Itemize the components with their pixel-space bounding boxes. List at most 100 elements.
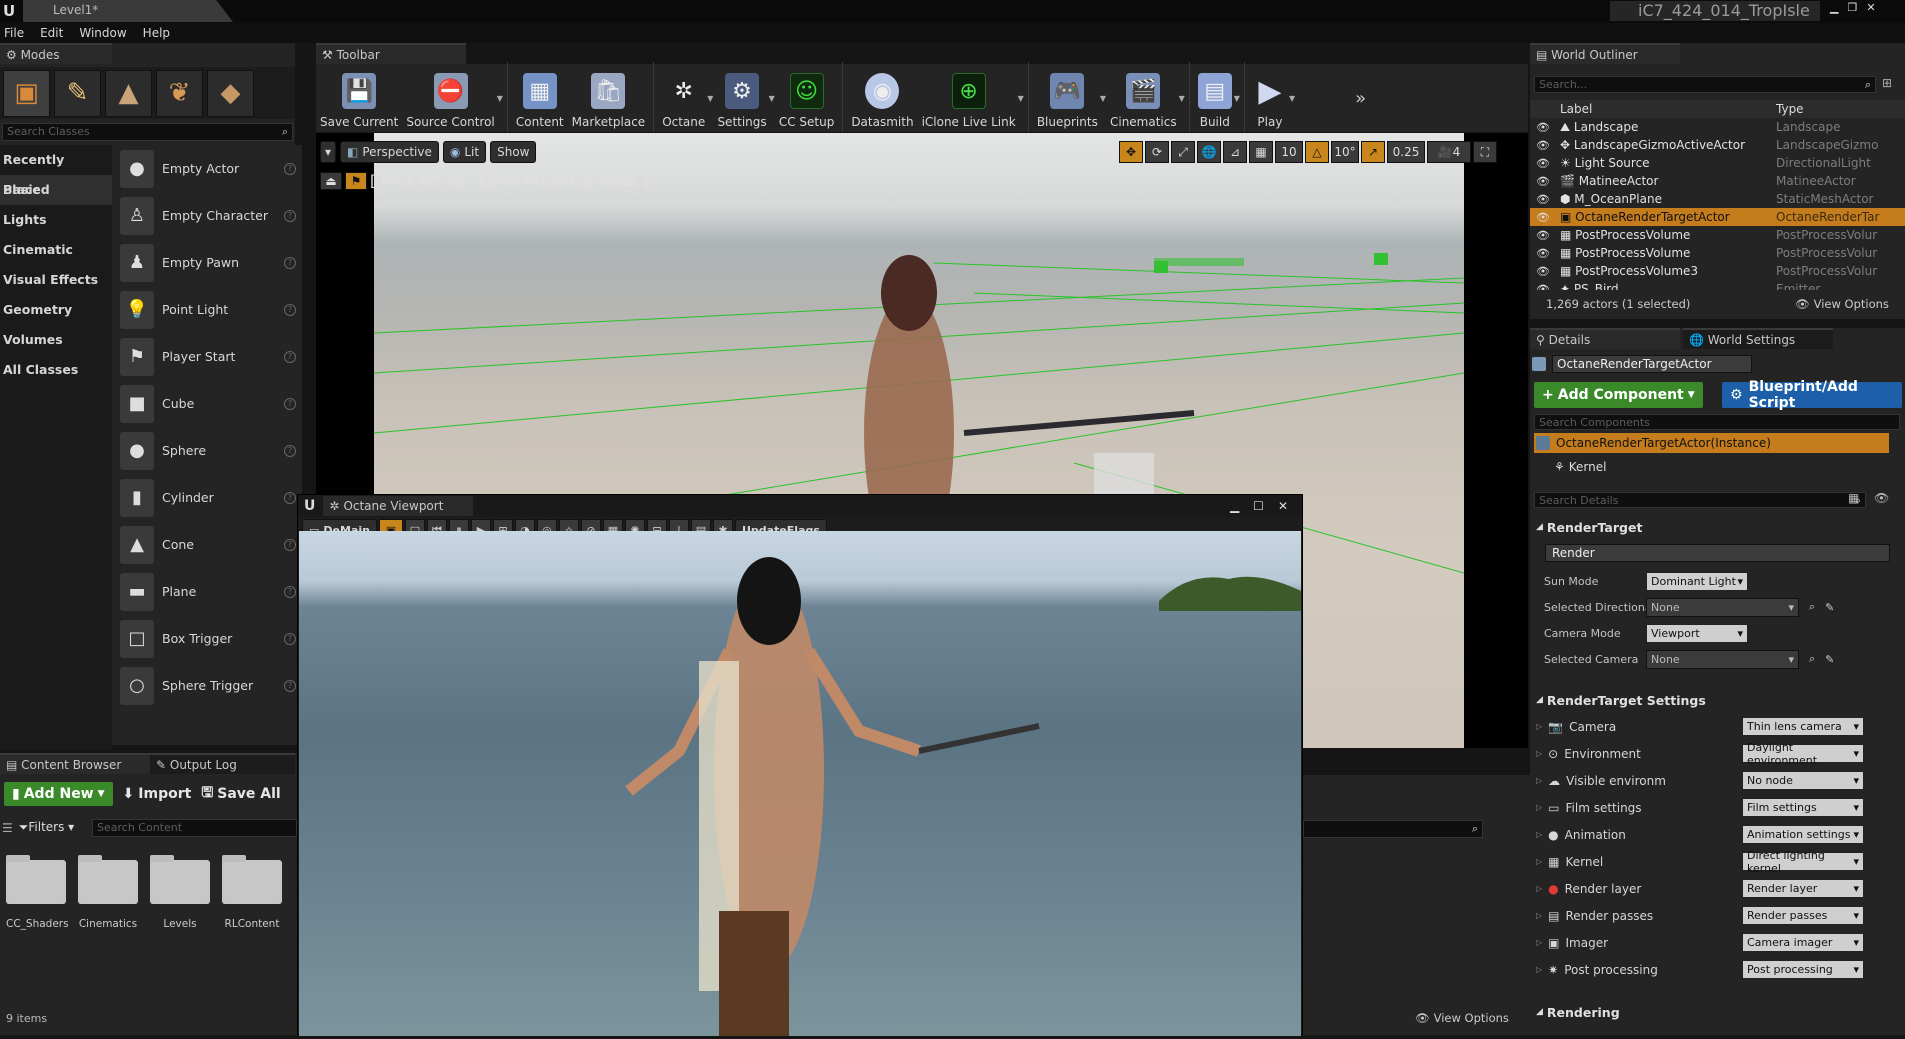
help-icon[interactable]: ? bbox=[284, 538, 296, 551]
cinematics-button[interactable]: 🎬 Cinematics bbox=[1106, 64, 1181, 132]
picker-icon[interactable]: ✎ bbox=[1825, 601, 1834, 614]
tab-details[interactable]: ⚲ Details bbox=[1530, 328, 1680, 349]
folder-rlcontent[interactable]: RLContent bbox=[222, 855, 282, 930]
expand-arrow-icon[interactable]: ▷ bbox=[1536, 830, 1542, 839]
grid-size-value[interactable]: 10 bbox=[1275, 141, 1303, 163]
scale-snap-value[interactable]: 0.25 bbox=[1387, 141, 1425, 163]
browse-icon[interactable]: ⌕ bbox=[1809, 652, 1815, 666]
expand-arrow-icon[interactable]: ▷ bbox=[1536, 749, 1542, 758]
tab-octane-viewport[interactable]: ✲ Octane Viewport bbox=[323, 496, 474, 516]
category-cinematic[interactable]: Cinematic bbox=[0, 235, 112, 265]
render-field[interactable]: Render bbox=[1545, 544, 1890, 562]
tab-toolbar[interactable]: ⚒ Toolbar bbox=[316, 43, 466, 64]
place-item-empty-character[interactable]: ♙ Empty Character? bbox=[112, 192, 302, 239]
section-rendering[interactable]: ◢ Rendering bbox=[1530, 1001, 1905, 1023]
tab-world-settings[interactable]: 🌐 World Settings bbox=[1683, 328, 1833, 349]
actor-name-field[interactable]: OctaneRenderTargetActor bbox=[1552, 355, 1752, 373]
expand-arrow-icon[interactable]: ▷ bbox=[1536, 911, 1542, 920]
label-column-header[interactable]: Label bbox=[1556, 102, 1776, 116]
visibility-eye-icon[interactable]: 👁 bbox=[1530, 265, 1556, 278]
expand-arrow-icon[interactable]: ▷ bbox=[1536, 776, 1542, 785]
place-item-cylinder[interactable]: ▮ Cylinder? bbox=[112, 474, 302, 521]
type-column-header[interactable]: Type bbox=[1776, 102, 1896, 116]
chevron-down-icon[interactable]: ▼ bbox=[1179, 94, 1185, 103]
sources-toggle-icon[interactable]: ☰ bbox=[2, 821, 13, 835]
outliner-view-options[interactable]: 👁 View Options bbox=[1795, 297, 1889, 311]
visibility-eye-icon[interactable]: 👁 bbox=[1530, 229, 1556, 242]
settings-button[interactable]: ⚙ Settings bbox=[713, 64, 770, 132]
place-item-sphere-trigger[interactable]: ○ Sphere Trigger? bbox=[112, 662, 302, 709]
category-basic[interactable]: Basic bbox=[0, 175, 112, 205]
save-current-button[interactable]: 💾 Save Current bbox=[316, 64, 402, 132]
source-control-button[interactable]: ⛔ Source Control bbox=[402, 64, 498, 132]
outliner-row[interactable]: 👁 ▣ OctaneRenderTargetActor OctaneRenderTa… bbox=[1530, 208, 1905, 226]
help-icon[interactable]: ? bbox=[284, 350, 296, 363]
search-content-input[interactable]: Search Content bbox=[92, 819, 297, 837]
angle-value[interactable]: 10° bbox=[1331, 141, 1359, 163]
category-volumes[interactable]: Volumes bbox=[0, 325, 112, 355]
section-rendertarget-settings[interactable]: ◢ RenderTarget Settings bbox=[1530, 689, 1905, 711]
cc-setup-button[interactable]: ☺ CC Setup bbox=[775, 64, 839, 132]
visibility-eye-icon[interactable]: 👁 bbox=[1530, 211, 1556, 224]
category-recently-placed[interactable]: Recently Placed bbox=[0, 145, 112, 197]
help-icon[interactable]: ? bbox=[284, 256, 296, 269]
selected-directional-dropdown[interactable]: None ▾ bbox=[1646, 597, 1799, 617]
path-search-input[interactable]: ⌕ bbox=[1303, 820, 1483, 838]
setting-dropdown[interactable]: Film settings ▾ bbox=[1742, 798, 1864, 817]
content-button[interactable]: ▦ Content bbox=[512, 64, 568, 132]
place-mode-icon[interactable]: ▣ bbox=[3, 69, 50, 117]
maximize-icon[interactable]: ☐ bbox=[1253, 499, 1264, 513]
viewport-options-button[interactable]: ▾ bbox=[320, 141, 337, 163]
scale-icon[interactable]: ⤢ bbox=[1171, 141, 1195, 163]
add-component-button[interactable]: + Add Component ▼ bbox=[1534, 382, 1703, 408]
iclone-live-link-button[interactable]: ⊕ iClone Live Link bbox=[918, 64, 1020, 132]
pilot-camera-icon[interactable]: ⚑ bbox=[345, 172, 367, 190]
expand-arrow-icon[interactable]: ▷ bbox=[1536, 938, 1542, 947]
octane-render-view[interactable] bbox=[299, 531, 1301, 1036]
chevron-down-icon[interactable]: ▼ bbox=[1018, 94, 1024, 103]
category-visual-effects[interactable]: Visual Effects bbox=[0, 265, 112, 295]
lit-button[interactable]: ◉ Lit bbox=[442, 141, 487, 163]
surface-snap-icon[interactable]: ⊿ bbox=[1223, 141, 1247, 163]
property-matrix-icon[interactable]: ▦ bbox=[1848, 491, 1859, 505]
category-lights[interactable]: Lights bbox=[0, 205, 112, 235]
setting-dropdown[interactable]: Camera imager ▾ bbox=[1742, 933, 1864, 952]
folder-cc-shaders[interactable]: CC_Shaders bbox=[6, 855, 69, 930]
expand-arrow-icon[interactable]: ▷ bbox=[1536, 857, 1542, 866]
place-item-empty-pawn[interactable]: ♟ Empty Pawn? bbox=[112, 239, 302, 286]
component-kernel-row[interactable]: ⚘ Kernel bbox=[1554, 460, 1606, 474]
import-button[interactable]: ⬇ Import bbox=[123, 786, 192, 802]
category-all-classes[interactable]: All Classes bbox=[0, 355, 112, 385]
place-item-plane[interactable]: ▬ Plane? bbox=[112, 568, 302, 615]
visibility-eye-icon[interactable]: 👁 bbox=[1530, 193, 1556, 206]
grid-snap-icon[interactable]: ▦ bbox=[1249, 141, 1273, 163]
close-icon[interactable]: ✕ bbox=[1866, 1, 1875, 14]
play-button[interactable]: ▶ Play bbox=[1249, 64, 1291, 132]
outliner-row[interactable]: 👁 ☀ Light Source DirectionalLight bbox=[1530, 154, 1905, 172]
outliner-row[interactable]: 👁 ✥ LandscapeGizmoActiveActor LandscapeGiz… bbox=[1530, 136, 1905, 154]
outliner-row[interactable]: 👁 🎬 MatineeActor MatineeActor bbox=[1530, 172, 1905, 190]
translate-icon[interactable]: ✥ bbox=[1119, 141, 1143, 163]
maximize-icon[interactable]: ❐ bbox=[1847, 1, 1857, 14]
maximize-viewport-icon[interactable]: ⛶ bbox=[1473, 141, 1497, 163]
tab-content-browser[interactable]: ▤ Content Browser bbox=[0, 753, 150, 774]
tab-output-log[interactable]: ✎ Output Log bbox=[150, 753, 295, 774]
outliner-pin-icon[interactable]: ⊞ bbox=[1882, 76, 1892, 90]
category-geometry[interactable]: Geometry bbox=[0, 295, 112, 325]
blueprint-add-script-button[interactable]: ⚙ Blueprint/Add Script bbox=[1722, 379, 1902, 411]
sun-mode-dropdown[interactable]: Dominant Light ▾ bbox=[1646, 571, 1748, 591]
chevron-down-icon[interactable]: ▼ bbox=[1234, 94, 1240, 103]
scale-snap-icon[interactable]: ↗ bbox=[1361, 141, 1385, 163]
place-item-box-trigger[interactable]: □ Box Trigger? bbox=[112, 615, 302, 662]
visibility-eye-icon[interactable]: 👁 bbox=[1530, 247, 1556, 260]
visibility-eye-icon[interactable]: 👁 bbox=[1530, 157, 1556, 170]
help-icon[interactable]: ? bbox=[284, 162, 296, 175]
setting-dropdown[interactable]: No node ▾ bbox=[1742, 771, 1864, 790]
geometry-mode-icon[interactable]: ◆ bbox=[207, 69, 254, 117]
setting-dropdown[interactable]: Direct lighting kernel ▾ bbox=[1742, 849, 1864, 875]
expand-arrow-icon[interactable]: ▷ bbox=[1536, 965, 1542, 974]
filters-button[interactable]: ⏷Filters ▾ bbox=[19, 820, 74, 835]
perspective-button[interactable]: ◧ Perspective bbox=[340, 141, 439, 163]
place-item-cone[interactable]: ▲ Cone? bbox=[112, 521, 302, 568]
outliner-row[interactable]: 👁 ▦ PostProcessVolume PostProcessVolur bbox=[1530, 226, 1905, 244]
